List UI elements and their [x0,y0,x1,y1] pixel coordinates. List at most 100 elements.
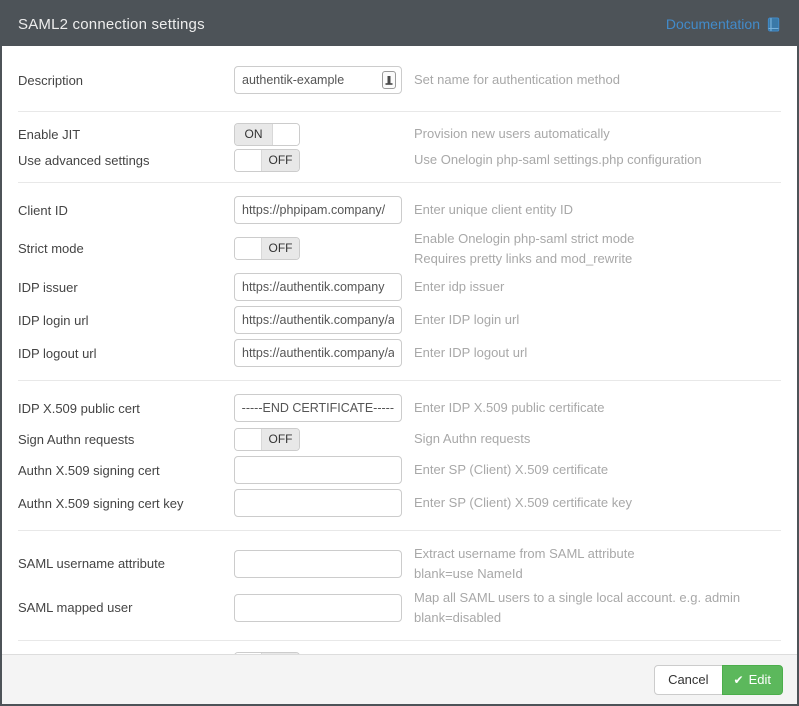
field-hint: Enter IDP login url [414,310,519,330]
saml-username-attribute-input[interactable] [234,550,402,578]
hint-line: Requires pretty links and mod_rewrite [414,249,634,269]
saml2-settings-modal: SAML2 connection settings Documentation … [0,0,799,706]
toggle-state-label: OFF [261,238,299,259]
section-idp: Client ID Enter unique client entity ID … [18,183,781,381]
field-hint: Enter SP (Client) X.509 certificate key [414,493,632,513]
field-hint: Sign Authn requests [414,429,530,449]
advanced-settings-toggle[interactable]: OFF [234,149,300,172]
form-row: Enable JIT ON Provision new users automa… [18,122,781,146]
sign-authn-toggle[interactable]: OFF [234,428,300,451]
section-certificates: IDP X.509 public cert Enter IDP X.509 pu… [18,381,781,531]
field-hint: Enter unique client entity ID [414,200,573,220]
edit-button[interactable]: ✔ Edit [722,665,783,695]
field-hint: Enable Onelogin php-saml strict mode Req… [414,229,634,268]
field-label: Description [18,73,234,88]
field-hint: Enter IDP X.509 public certificate [414,398,605,418]
hint-line: Extract username from SAML attribute [414,544,635,564]
toggle-track [273,124,299,145]
field-hint: Enter SP (Client) X.509 certificate [414,460,608,480]
toggle-state-label: OFF [261,653,299,655]
field-control [234,306,402,334]
field-label: IDP X.509 public cert [18,401,234,416]
toggle-track [235,150,261,171]
field-control [234,66,402,94]
field-label: SAML username attribute [18,556,234,571]
section-user-mapping: SAML username attribute Extract username… [18,531,781,641]
description-input[interactable] [234,66,402,94]
section-general-toggles: Enable JIT ON Provision new users automa… [18,112,781,183]
field-control: OFF [234,428,402,451]
form-row: SAML username attribute Extract username… [18,544,781,583]
field-label: Client ID [18,203,234,218]
modal-footer: Cancel ✔ Edit [2,654,797,704]
form-row: Sign Authn requests OFF Sign Authn reque… [18,427,781,451]
field-control [234,273,402,301]
field-label: Use advanced settings [18,153,234,168]
hint-line: Enable Onelogin php-saml strict mode [414,229,634,249]
field-control [234,196,402,224]
toggle-track [235,653,261,655]
autofill-icon [382,71,396,89]
field-hint: Provision new users automatically [414,124,610,144]
field-hint: Use Onelogin php-saml settings.php confi… [414,150,702,170]
client-id-input[interactable] [234,196,402,224]
idp-login-url-input[interactable] [234,306,402,334]
hint-line: blank=disabled [414,608,740,628]
authn-signing-cert-input[interactable] [234,456,402,484]
enable-jit-toggle[interactable]: ON [234,123,300,146]
form-row: Authn X.509 signing cert key Enter SP (C… [18,489,781,517]
field-hint: Map all SAML users to a single local acc… [414,588,740,627]
field-control: OFF [234,149,402,172]
book-icon [766,17,781,32]
form-row: IDP logout url Enter IDP logout url [18,339,781,367]
field-control [234,394,402,422]
idp-issuer-input[interactable] [234,273,402,301]
field-control [234,339,402,367]
modal-title: SAML2 connection settings [18,16,205,33]
field-label: SAML mapped user [18,600,234,615]
toggle-state-label: OFF [261,150,299,171]
saml-mapped-user-input[interactable] [234,594,402,622]
field-control: ON [234,123,402,146]
form-row: IDP login url Enter IDP login url [18,306,781,334]
field-label: Sign Authn requests [18,432,234,447]
field-label: Strict mode [18,241,234,256]
field-hint: Extract username from SAML attribute bla… [414,544,635,583]
footer-button-group: Cancel ✔ Edit [654,665,783,695]
form-row: Strict mode OFF Enable Onelogin php-saml… [18,229,781,268]
field-control: OFF [234,652,402,655]
form-row: IDP issuer Enter idp issuer [18,273,781,301]
field-label: Authn X.509 signing cert [18,463,234,478]
idp-public-cert-input[interactable] [234,394,402,422]
field-label: IDP login url [18,313,234,328]
form-row: SAML mapped user Map all SAML users to a… [18,588,781,627]
form-row: Description Set name for authentication … [18,66,781,94]
documentation-label: Documentation [666,16,760,32]
edit-button-label: Edit [749,672,771,687]
field-control [234,456,402,484]
field-control [234,489,402,517]
modal-body: Description Set name for authentication … [2,46,797,654]
section-debugging: Debugging OFF Enable protocol debugging … [18,641,781,654]
field-label: Authn X.509 signing cert key [18,496,234,511]
check-icon: ✔ [734,673,744,687]
toggle-state-label: ON [235,124,273,145]
hint-line: Map all SAML users to a single local acc… [414,588,740,608]
authn-signing-cert-key-input[interactable] [234,489,402,517]
cancel-button[interactable]: Cancel [654,665,722,695]
documentation-link[interactable]: Documentation [666,16,781,32]
strict-mode-toggle[interactable]: OFF [234,237,300,260]
debugging-toggle[interactable]: OFF [234,652,300,655]
form-row: IDP X.509 public cert Enter IDP X.509 pu… [18,394,781,422]
field-control: OFF [234,237,402,260]
hint-line: blank=use NameId [414,564,635,584]
field-label: IDP logout url [18,346,234,361]
idp-logout-url-input[interactable] [234,339,402,367]
form-row: Client ID Enter unique client entity ID [18,196,781,224]
form-row: Authn X.509 signing cert Enter SP (Clien… [18,456,781,484]
modal-header: SAML2 connection settings Documentation [2,2,797,46]
toggle-state-label: OFF [261,429,299,450]
toggle-track [235,429,261,450]
field-control [234,594,402,622]
field-control [234,550,402,578]
